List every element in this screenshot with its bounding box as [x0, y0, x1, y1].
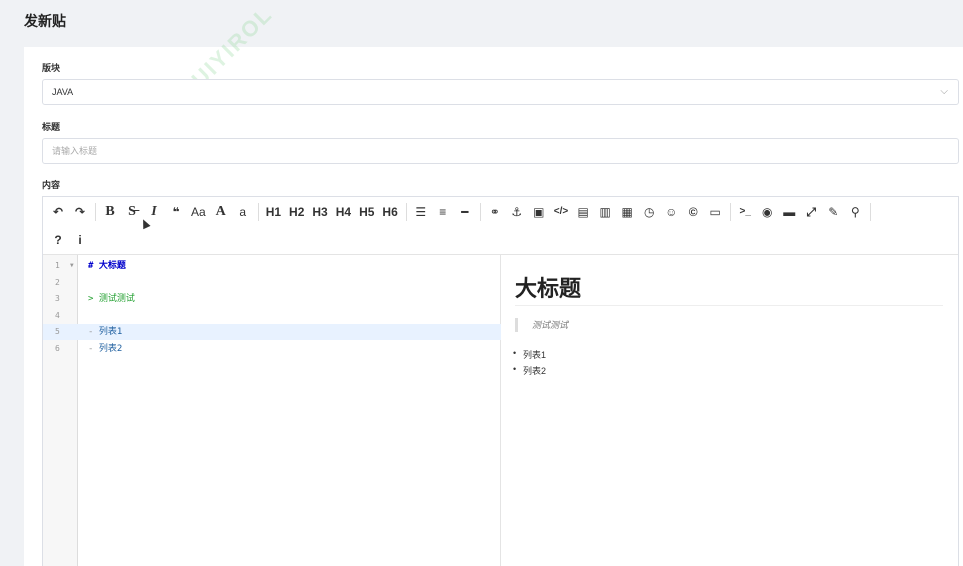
h4-button[interactable]: H4 [334, 201, 353, 223]
code-text: - 列表2 [88, 343, 123, 354]
html-entities-icon[interactable]: © [684, 201, 702, 223]
undo-icon[interactable]: ↶ [49, 201, 67, 223]
post-form-card: CUIYIROL 版块 JAVA ⌵ 标题 请输入标题 内容 ↶ ↷ B S̶ I ❝ Aa… [24, 1, 963, 566]
section-select[interactable]: JAVA ⌵ [42, 79, 959, 105]
h5-button[interactable]: H5 [357, 201, 376, 223]
code-pane[interactable]: 1 ▼ # 大标题 2 3 > 测试测试 4 5 - 列表1 6 - 列表2 [43, 255, 501, 566]
toolbar-row-2: ? i [49, 227, 93, 253]
h3-button[interactable]: H3 [310, 201, 329, 223]
code-preformatted-icon[interactable]: ▥ [596, 201, 614, 223]
clear-icon[interactable]: ✎ [824, 201, 842, 223]
anchor-icon[interactable]: ⚓ [508, 201, 526, 223]
bold-icon[interactable]: B [101, 201, 119, 223]
fold-marker-icon[interactable]: ▼ [70, 258, 74, 274]
image-icon[interactable]: ▣ [530, 201, 548, 223]
code-line[interactable]: 4 [43, 308, 501, 324]
table-icon[interactable]: ▦ [618, 201, 636, 223]
line-number: 3 [55, 294, 60, 303]
toolbar-separator [870, 203, 872, 221]
toolbar-separator [730, 203, 732, 221]
code-text: > 测试测试 [88, 294, 135, 304]
preview-list-item: 列表2 [513, 364, 546, 377]
code-text: - 列表1 [88, 327, 123, 337]
quote-icon[interactable]: ❝ [167, 201, 185, 223]
editor-toolbar: ↶ ↷ B S̶ I ❝ Aa Aa H1 H2 H3 H4 H5 H6 ☰ ≡ ━ ⚭ ⚓ ▣ </> ▤ ▥ ▦ ◷ ☺ © ▭ >… [43, 197, 958, 255]
section-select-value: JAVA [52, 87, 74, 97]
toolbar-separator [405, 203, 407, 221]
h2-button[interactable]: H2 [287, 201, 306, 223]
preview-icon[interactable]: ▬ [780, 201, 798, 223]
redo-icon[interactable]: ↷ [71, 201, 89, 223]
code-line[interactable]: 2 [43, 275, 501, 291]
markdown-editor: ↶ ↷ B S̶ I ❝ Aa Aa H1 H2 H3 H4 H5 H6 ☰ ≡ ━ ⚭ ⚓ ▣ </> ▤ ▥ ▦ ◷ ☺ © ▭ >… [42, 196, 959, 566]
preview-heading: 大标题 [515, 276, 582, 301]
code-line[interactable]: 3 > 测试测试 [43, 291, 501, 307]
unordered-list-icon[interactable]: ☰ [412, 201, 430, 223]
fullscreen-icon[interactable]: ⤢ [802, 201, 820, 223]
preview-divider [515, 305, 943, 306]
lowercase-icon[interactable]: a [234, 201, 252, 223]
toolbar-separator [479, 203, 481, 221]
preview-list-item: 列表1 [513, 348, 546, 361]
title-label: 标题 [42, 122, 61, 132]
ordered-list-icon[interactable]: ≡ [434, 201, 452, 223]
code-block-icon[interactable]: ▤ [574, 201, 592, 223]
search-icon[interactable]: ⚲ [846, 201, 864, 223]
content-label: 内容 [42, 180, 61, 190]
line-number: 4 [55, 310, 60, 320]
horizontal-rule-icon[interactable]: ━ [456, 201, 474, 223]
link-icon[interactable]: ⚭ [486, 201, 504, 223]
code-text: # 大标题 [88, 261, 126, 271]
uppercase-icon[interactable]: Aa [189, 201, 208, 223]
toolbar-row-1: ↶ ↷ B S̶ I ❝ Aa Aa H1 H2 H3 H4 H5 H6 ☰ ≡ ━ ⚭ ⚓ ▣ </> ▤ ▥ ▦ ◷ ☺ © ▭ >… [49, 199, 876, 225]
code-line[interactable]: 6 - 列表2 [43, 341, 501, 357]
preview-blockquote: 测试测试 [515, 318, 568, 332]
toggle-watch-icon[interactable]: ◉ [758, 201, 776, 223]
uppercase-first-icon[interactable]: A [212, 201, 230, 223]
h6-button[interactable]: H6 [380, 201, 399, 223]
info-icon[interactable]: i [71, 229, 89, 251]
title-input[interactable]: 请输入标题 [42, 138, 959, 164]
help-icon[interactable]: ? [49, 229, 67, 251]
code-line[interactable]: 5 - 列表1 [43, 324, 501, 340]
line-number: 5 [55, 327, 60, 336]
datetime-icon[interactable]: ◷ [640, 201, 658, 223]
page-title: 发新贴 [24, 13, 66, 29]
toolbar-separator [95, 203, 96, 221]
pagebreak-icon[interactable]: ▭ [706, 201, 724, 223]
chevron-down-icon: ⌵ [940, 86, 948, 97]
toolbar-separator [257, 203, 259, 221]
code-line[interactable]: 1 ▼ # 大标题 [43, 258, 501, 274]
preview-pane: 大标题 测试测试 列表1 列表2 [501, 255, 958, 566]
emoji-icon[interactable]: ☺ [662, 201, 680, 223]
line-number: 2 [55, 277, 60, 287]
h1-button[interactable]: H1 [264, 201, 283, 223]
line-number: 6 [55, 343, 60, 353]
code-inline-icon[interactable]: </> [552, 201, 570, 223]
goto-line-icon[interactable]: >_ [736, 201, 754, 223]
line-number: 1 [55, 261, 60, 270]
section-label: 版块 [42, 63, 61, 73]
